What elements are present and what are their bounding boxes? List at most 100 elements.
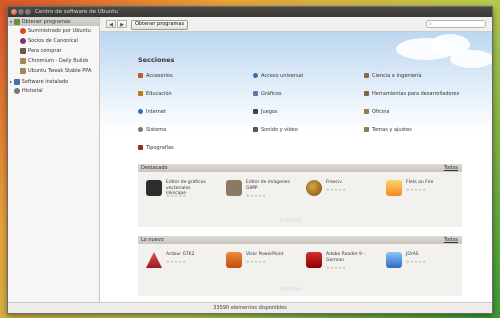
sidebar-item-label: Historial [22,88,43,94]
sidebar-item-label: Suministrado por Ubuntu [28,28,91,34]
sections-title: Secciones [138,56,175,64]
close-icon[interactable] [11,9,17,15]
newest-header: Lo nuevo Todos [138,236,462,244]
category-accessories[interactable]: Accesorios [138,72,173,80]
featured-title: Destacado [141,165,168,171]
back-button[interactable]: ◀ [106,20,116,28]
newest-pager[interactable]: ○○○○○ [280,286,302,291]
featured-app-tile[interactable]: Flets an Fire ★★★★★ [386,180,460,210]
sidebar-item-canonical[interactable]: Socios de Canonical [20,37,78,46]
maximize-icon[interactable] [25,9,31,15]
featured-app-tile[interactable]: Editor de gráficos vectoriales Inkscape … [146,180,220,210]
ubuntu-icon [20,27,26,34]
category-science[interactable]: Ciencia e ingeniería [364,72,422,80]
expander-icon[interactable]: ▸ [10,79,12,84]
graphics-icon [253,91,258,96]
newest-app-tile[interactable]: Adobe Reader 9 - German ★★★★★ [306,252,380,282]
newest-app-tile[interactable]: Ardour GTK2 ★★★★★ [146,252,220,282]
category-universal-access[interactable]: Acceso universal [253,72,303,80]
office-icon [364,109,369,114]
category-label: Oficina [372,109,390,115]
category-sound-video[interactable]: Sonido y vídeo [253,126,298,134]
category-games[interactable]: Juegos [253,108,278,116]
sidebar: ▾ Obtener programas Suministrado por Ubu… [8,17,100,303]
featured-all-link[interactable]: Todos [444,164,458,172]
sidebar-item-history[interactable]: Historial [14,87,43,96]
category-system[interactable]: Sistema [138,126,166,134]
rating-stars: ★★★★★ [166,193,187,198]
newest-all-link[interactable]: Todos [444,236,458,244]
featured-pager[interactable]: ○○○○○ [280,217,302,222]
tab-get-software[interactable]: Obtener programas [131,20,189,30]
accessibility-icon [253,73,258,78]
category-label: Temas y ajustes [372,127,412,133]
category-themes[interactable]: Temas y ajustes [364,126,412,134]
sidebar-item-ubuntu[interactable]: Suministrado por Ubuntu [20,27,91,36]
category-office[interactable]: Oficina [364,108,389,116]
education-icon [138,91,143,96]
search-input[interactable]: ⌕ [426,20,486,28]
sidebar-item-buy[interactable]: Para comprar [20,47,62,56]
forward-button[interactable]: ▶ [117,20,127,28]
category-label: Juegos [261,109,278,115]
window-title: Centro de software de Ubuntu [35,9,118,15]
sidebar-item-ubuntu-tweak[interactable]: Ubuntu Tweak Stable PPA [20,67,91,76]
joras-icon [386,252,402,268]
category-education[interactable]: Educación [138,90,172,98]
main-content: Secciones Accesorios Acceso universal Ci… [100,32,492,303]
expander-icon[interactable]: ▾ [10,19,12,24]
newest-title: Lo nuevo [141,237,164,243]
category-label: Ciencia e ingeniería [372,73,422,79]
sidebar-item-installed[interactable]: ▸ Software instalado [8,77,68,86]
minimize-icon[interactable] [18,9,24,15]
software-center-window: Centro de software de Ubuntu ▾ Obtener p… [7,6,493,314]
media-icon [253,127,258,132]
category-graphics[interactable]: Gráficos [253,90,282,98]
canonical-icon [20,37,26,44]
category-label: Internet [146,109,166,115]
cart-icon [20,47,26,54]
gimp-icon [226,180,242,196]
app-name: Freeciv [326,180,342,185]
sidebar-item-label: Software instalado [21,79,69,85]
rating-stars: ★★★★★ [406,187,427,192]
download-icon [13,18,20,25]
toolbar: ◀ ▶ Obtener programas ⌕ [100,17,492,32]
rating-stars: ★★★★★ [406,259,427,264]
category-label: Sistema [146,127,167,133]
app-name: Ardour GTK2 [166,252,195,257]
rating-stars: ★★★★★ [166,259,187,264]
app-name: Visor PowerPoint [246,252,284,257]
status-bar: 33590 elementos disponibles [8,302,492,313]
rating-stars: ★★★★★ [326,187,347,192]
category-label: Gráficos [261,91,282,97]
rating-stars: ★★★★★ [246,259,267,264]
sidebar-item-label: Para comprar [28,48,62,54]
accessories-icon [138,73,143,78]
featured-app-tile[interactable]: Freeciv ★★★★★ [306,180,380,210]
games-icon [253,109,258,114]
category-label: Tipografías [146,145,174,151]
fonts-icon [138,145,143,150]
category-label: Sonido y vídeo [261,127,298,133]
featured-app-tile[interactable]: Editor de imágenes GIMP ★★★★★ [226,180,300,210]
category-internet[interactable]: Internet [138,108,166,116]
app-name: Adobe Reader 9 - German [326,252,365,263]
app-name: JOrAS [406,252,419,257]
science-icon [364,73,369,78]
newest-app-tile[interactable]: JOrAS ★★★★★ [386,252,460,282]
package-icon [20,57,26,64]
gear-icon [138,127,143,132]
app-name: Flets an Fire [406,180,434,185]
tools-icon [364,91,369,96]
freeciv-icon [306,180,322,196]
sidebar-item-chromium[interactable]: Chromium - Daily Builds [20,57,88,66]
sidebar-item-get-software[interactable]: ▾ Obtener programas [8,17,99,26]
category-developer-tools[interactable]: Herramientas para desarrolladores [364,90,459,98]
powerpoint-icon [226,252,242,268]
newest-app-tile[interactable]: Visor PowerPoint ★★★★★ [226,252,300,282]
cloud-decoration [450,50,492,68]
frets-icon [386,180,402,196]
category-fonts[interactable]: Tipografías [138,144,174,152]
rating-stars: ★★★★★ [326,265,347,270]
